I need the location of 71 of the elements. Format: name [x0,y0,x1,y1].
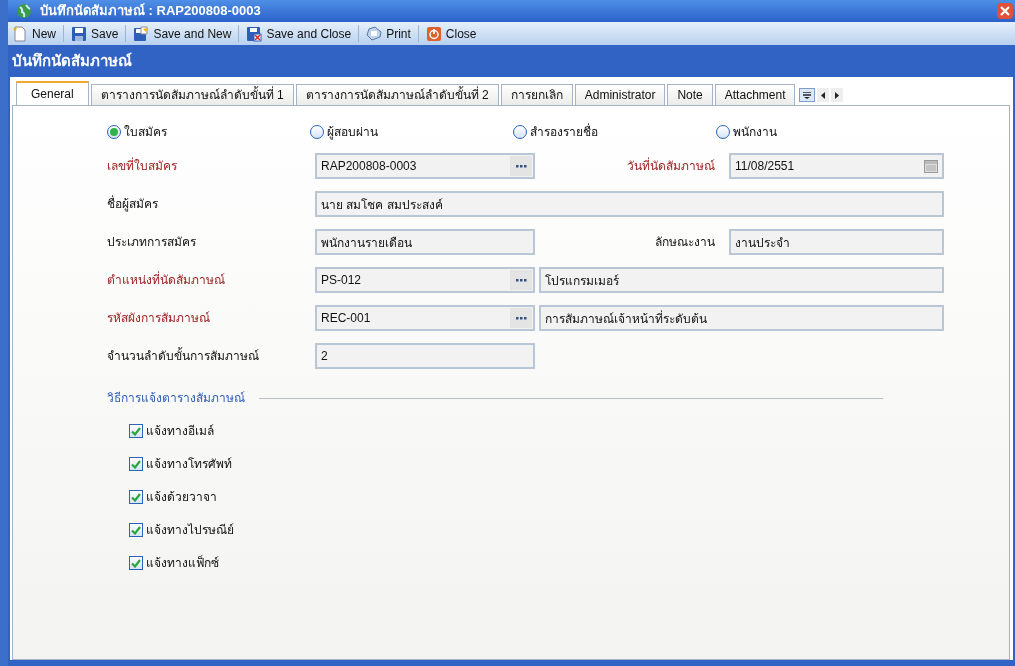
tab[interactable]: Attachment [714,84,796,105]
tab[interactable]: ตารางการนัดสัมภาษณ์ลำดับขั้นที่ 2 [295,84,499,105]
description-field[interactable]: การสัมภาษณ์เจ้าหน้าที่ระดับต้น [539,305,944,331]
checkbox[interactable] [129,490,143,504]
radio-label: พนักงาน [733,124,777,141]
tab[interactable]: Note [667,84,713,105]
scroll-right-button[interactable] [831,88,844,102]
text-field[interactable]: งานประจำ [729,229,944,255]
checkbox[interactable] [129,457,143,471]
checkbox-label: แจ้งด้วยวาจา [146,489,217,506]
close-icon [1000,6,1010,16]
radio-label: ผู้สอบผ่าน [327,124,378,141]
tab[interactable]: ตารางการนัดสัมภาษณ์ลำดับขั้นที่ 1 [90,84,294,105]
ellipsis-icon [515,278,527,282]
checkbox[interactable] [129,424,143,438]
field-label: วันที่นัดสัมภาษณ์ [626,156,716,175]
toolbar-button[interactable]: Save and Close [244,23,354,44]
radio-button[interactable] [107,125,121,139]
tab[interactable]: General [16,81,89,105]
checkbox-label: แจ้งทางอีเมล์ [146,423,214,440]
radio-label: สำรองรายชื่อ [530,123,598,141]
field-label: เลขที่ใบสมัคร [107,156,178,175]
left-arrow-icon [821,91,826,99]
ellipsis-icon [515,164,527,168]
power-icon [425,25,442,42]
radio-button[interactable] [310,125,324,139]
date-field[interactable]: 11/08/2551 [729,153,944,179]
close-button[interactable] [997,3,1013,19]
browse-button[interactable] [510,308,532,328]
section-title: วิธีการแจ้งตารางสัมภาษณ์ [107,390,245,407]
checkbox-label: แจ้งทางโทรศัพท์ [146,456,232,473]
window-title: บันทึกนัดสัมภาษณ์ : RAP200808-0003 [40,2,262,21]
toolbar-button[interactable]: Print [364,23,413,44]
description-field[interactable]: โปรแกรมเมอร์ [539,267,944,293]
toolbar-button[interactable]: Save [69,23,121,44]
field-label: รหัสผังการสัมภาษณ์ [107,310,211,327]
tab[interactable]: Administrator [574,84,666,105]
page-icon [12,25,28,42]
text-field[interactable]: 2 [315,343,535,369]
printer-icon [366,25,383,42]
lookup-field[interactable]: PS-012 [315,267,535,293]
lookup-field[interactable]: RAP200808-0003 [315,153,535,179]
field-label: ชื่อผู้สมัคร [107,194,159,214]
field-label: จำนวนลำดับขั้นการสัมภาษณ์ [107,346,260,365]
text-field[interactable]: พนักงานรายเดือน [315,229,535,255]
toolbar-button[interactable]: New [10,23,58,44]
globe-icon [16,3,32,19]
tab[interactable]: การยกเลิก [500,84,573,105]
toolbar-button[interactable]: Save and New [131,23,234,44]
text-field[interactable]: นาย สมโชค สมประสงค์ [315,191,944,217]
tab-list-button[interactable] [799,88,816,102]
field-label: ประเภทการสมัคร [107,234,197,251]
toolbar-button[interactable]: Close [423,23,479,44]
checkbox[interactable] [129,523,143,537]
checkbox[interactable] [129,556,143,570]
calendar-icon[interactable] [924,159,938,173]
field-label: ตำแหน่งที่นัดสัมภาษณ์ [107,270,226,289]
lookup-field[interactable]: REC-001 [315,305,535,331]
form-title: บันทึกนัดสัมภาษณ์ [12,50,132,71]
ellipsis-icon [515,316,527,320]
browse-button[interactable] [510,156,532,176]
right-arrow-icon [835,91,840,99]
menu-icon [803,91,812,99]
field-label: ลักษณะงาน [654,234,716,251]
radio-label: ใบสมัคร [124,124,167,141]
radio-button[interactable] [513,125,527,139]
checkbox-label: แจ้งทางไปรษณีย์ [146,522,234,539]
radio-button[interactable] [716,125,730,139]
scroll-left-button[interactable] [817,88,830,102]
checkbox-label: แจ้งทางแฟ็กซ์ [146,554,219,572]
browse-button[interactable] [510,270,532,290]
